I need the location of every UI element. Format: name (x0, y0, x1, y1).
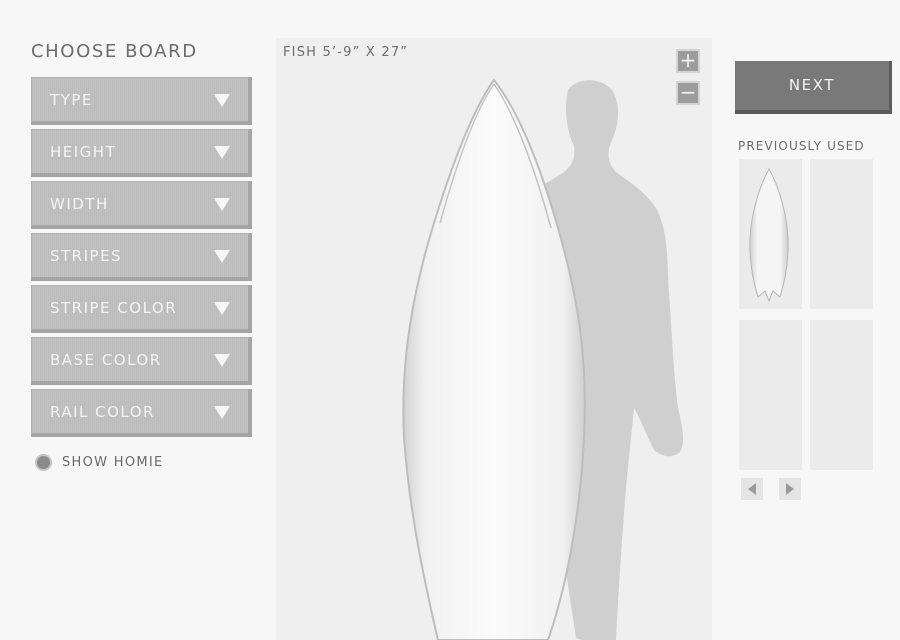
board-spec-caption: FISH 5’-9” X 27” (283, 45, 409, 60)
base-color-dropdown[interactable]: BASE COLOR (31, 337, 252, 385)
triangle-down-icon (214, 146, 230, 159)
stripe-color-dropdown-label: STRIPE COLOR (50, 299, 178, 317)
empty-board-slot[interactable] (810, 320, 873, 470)
option-list: TYPE HEIGHT WIDTH STRIPES STRIPE COLOR B… (31, 77, 252, 437)
next-button[interactable]: NEXT (735, 61, 892, 114)
previous-page-button[interactable] (741, 478, 763, 500)
zoom-out-button[interactable]: − (676, 81, 700, 105)
previously-used-title: PREVIOUSLY USED (738, 139, 865, 153)
triangle-down-icon (214, 354, 230, 367)
base-color-dropdown-label: BASE COLOR (50, 351, 162, 369)
preview-canvas (402, 78, 684, 640)
show-homie-radio[interactable] (35, 454, 52, 471)
empty-board-slot[interactable] (739, 320, 802, 470)
surfboard-thumbnail (749, 167, 789, 303)
stripe-color-dropdown[interactable]: STRIPE COLOR (31, 285, 252, 333)
next-page-button[interactable] (779, 478, 801, 500)
triangle-left-icon (748, 483, 756, 495)
stripes-dropdown-label: STRIPES (50, 247, 123, 265)
board-options-panel: CHOOSE BOARD TYPE HEIGHT WIDTH STRIPES S… (31, 40, 252, 471)
rail-color-dropdown-label: RAIL COLOR (50, 403, 155, 421)
width-dropdown-label: WIDTH (50, 195, 109, 213)
type-dropdown[interactable]: TYPE (31, 77, 252, 125)
empty-board-slot[interactable] (810, 159, 873, 309)
triangle-down-icon (214, 198, 230, 211)
height-dropdown[interactable]: HEIGHT (31, 129, 252, 177)
show-homie-label: SHOW HOMIE (62, 455, 164, 470)
board-preview: FISH 5’-9” X 27” + − (276, 38, 712, 640)
rail-color-dropdown[interactable]: RAIL COLOR (31, 389, 252, 437)
previous-board-slot[interactable] (739, 159, 802, 309)
triangle-down-icon (214, 406, 230, 419)
type-dropdown-label: TYPE (50, 91, 93, 109)
triangle-down-icon (214, 302, 230, 315)
height-dropdown-label: HEIGHT (50, 143, 117, 161)
width-dropdown[interactable]: WIDTH (31, 181, 252, 229)
triangle-down-icon (214, 250, 230, 263)
panel-title: CHOOSE BOARD (31, 41, 198, 62)
zoom-in-button[interactable]: + (676, 49, 700, 73)
triangle-right-icon (786, 483, 794, 495)
surfboard (402, 78, 586, 640)
triangle-down-icon (214, 94, 230, 107)
show-homie-toggle[interactable]: SHOW HOMIE (35, 454, 252, 471)
stripes-dropdown[interactable]: STRIPES (31, 233, 252, 281)
